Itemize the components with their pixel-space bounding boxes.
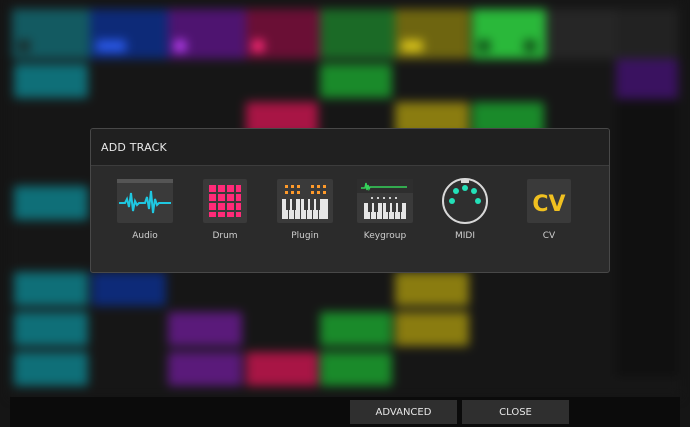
keygroup-track-option[interactable]: Keygroup [347, 179, 423, 247]
clip [14, 352, 88, 386]
add-track-dialog: ADD TRACK Audio Drum Plugin Keygroup MID… [90, 128, 610, 273]
keygroup-option-label: Keygroup [363, 231, 407, 241]
clip [320, 64, 392, 98]
clip [14, 312, 88, 346]
clip [14, 272, 88, 306]
track-header-4 [246, 9, 324, 59]
audio-track-option[interactable]: Audio [107, 179, 183, 247]
clip [168, 352, 242, 386]
right-panel-header [616, 9, 678, 59]
audio-waveform-icon [117, 179, 173, 223]
clip [168, 312, 242, 346]
plugin-track-option[interactable]: Plugin [267, 179, 343, 247]
keygroup-keyboard-icon [357, 179, 413, 223]
dialog-header: ADD TRACK [91, 129, 609, 166]
track-header-2 [90, 9, 168, 59]
audio-option-label: Audio [132, 231, 158, 241]
clip [14, 186, 88, 220]
midi-track-option[interactable]: MIDI [427, 178, 503, 247]
plugin-option-label: Plugin [291, 231, 319, 241]
cv-option-label: CV [542, 231, 556, 241]
close-button[interactable]: CLOSE [462, 400, 569, 424]
clip [320, 312, 392, 346]
dialog-title: ADD TRACK [101, 141, 167, 154]
track-header-1 [12, 9, 90, 59]
midi-port-icon [442, 178, 488, 224]
advanced-button[interactable]: ADVANCED [350, 400, 457, 424]
drum-option-label: Drum [212, 231, 238, 241]
clip [395, 312, 469, 346]
clip [395, 272, 469, 306]
drum-pads-icon [203, 179, 247, 223]
track-header-5 [320, 9, 395, 59]
clip [14, 64, 88, 98]
midi-option-label: MIDI [454, 231, 475, 241]
track-header-6 [395, 9, 470, 59]
cv-track-option[interactable]: CV CV [511, 179, 587, 247]
track-header-8 [546, 9, 616, 59]
track-header-3 [168, 9, 246, 59]
drum-track-option[interactable]: Drum [187, 179, 263, 247]
track-header-7 [472, 9, 546, 59]
cv-icon: CV [527, 179, 571, 223]
clip [320, 352, 392, 386]
clip [92, 272, 166, 306]
footer-bar [10, 397, 680, 427]
svg-text:CV: CV [532, 192, 565, 217]
clip [246, 352, 318, 386]
plugin-keyboard-icon [277, 179, 333, 223]
